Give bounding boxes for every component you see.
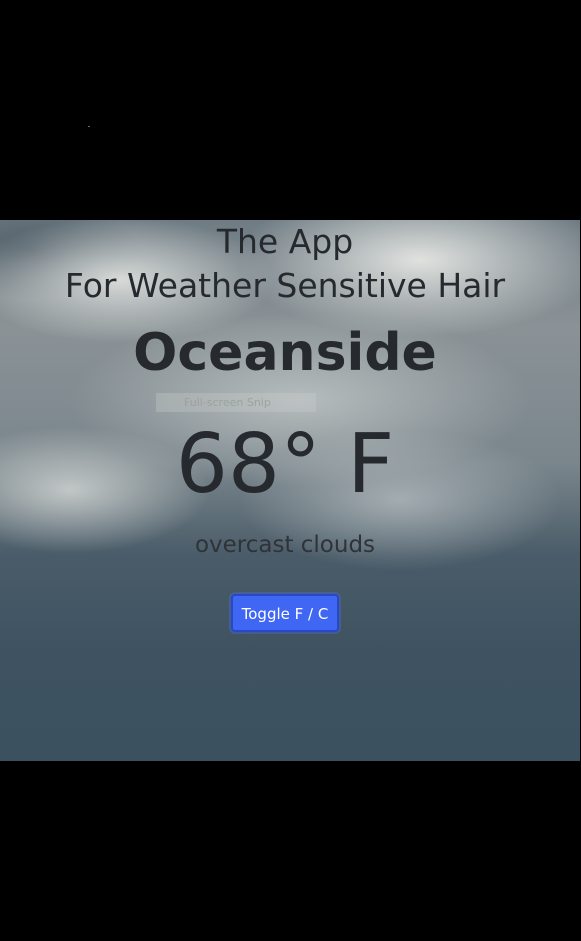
temperature-value: 68° F: [175, 417, 395, 512]
toggle-units-button[interactable]: Toggle F / C: [231, 594, 339, 632]
city-name: Oceanside: [133, 323, 437, 383]
screen: The App For Weather Sensitive Hair Ocean…: [0, 0, 581, 941]
app-title: The App: [216, 222, 354, 261]
cursor-speck: [88, 126, 90, 127]
snip-overlay-label: Full-screen Snip: [156, 393, 316, 412]
weather-app: The App For Weather Sensitive Hair Ocean…: [0, 220, 580, 761]
app-subtitle: For Weather Sensitive Hair: [64, 266, 506, 305]
weather-description: overcast clouds: [194, 532, 376, 558]
